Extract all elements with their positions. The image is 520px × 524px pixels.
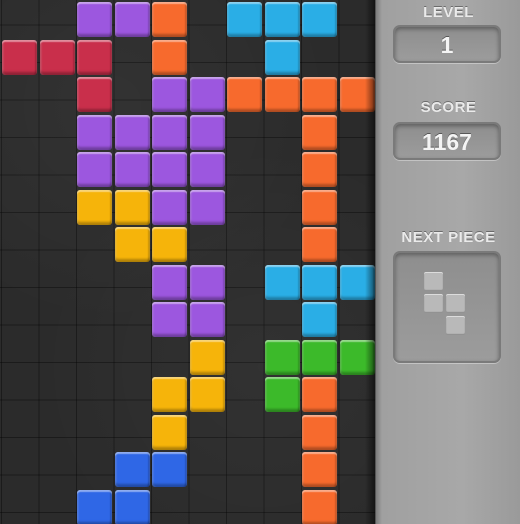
block-purple	[77, 114, 112, 150]
score-label: SCORE	[420, 99, 477, 116]
next-piece-label: NEXT PIECE	[401, 229, 496, 246]
block-cyan	[302, 264, 337, 300]
block-orange	[302, 489, 337, 524]
block-orange	[302, 377, 337, 412]
score-display: 1167	[393, 122, 501, 160]
block-purple	[114, 114, 150, 150]
block-red	[2, 39, 37, 75]
block-yellow	[189, 339, 225, 375]
block-green	[264, 377, 300, 412]
block-purple	[189, 302, 225, 337]
block-cyan	[264, 39, 300, 75]
block-purple	[152, 114, 187, 150]
block-purple	[189, 152, 225, 187]
block-orange	[302, 77, 337, 112]
block-orange	[152, 2, 187, 37]
block-purple	[152, 264, 187, 300]
block-purple	[152, 189, 187, 225]
next-piece-block	[424, 272, 443, 291]
block-yellow	[114, 227, 150, 262]
block-red	[77, 77, 112, 112]
block-orange	[302, 452, 337, 487]
block-red	[39, 39, 75, 75]
block-orange	[302, 414, 337, 450]
block-purple	[77, 152, 112, 187]
block-yellow	[77, 189, 112, 225]
next-piece-block	[446, 316, 465, 335]
block-purple	[189, 114, 225, 150]
block-purple	[152, 152, 187, 187]
block-blue	[77, 489, 112, 524]
next-piece-block	[424, 294, 443, 313]
block-cyan	[264, 264, 300, 300]
block-green	[339, 339, 375, 375]
block-orange	[264, 77, 300, 112]
block-purple	[114, 2, 150, 37]
block-orange	[302, 152, 337, 187]
block-purple	[77, 2, 112, 37]
block-purple	[189, 189, 225, 225]
block-orange	[339, 77, 375, 112]
level-value: 1	[440, 32, 454, 58]
block-green	[264, 339, 300, 375]
block-yellow	[114, 189, 150, 225]
block-cyan	[302, 2, 337, 37]
block-orange	[302, 114, 337, 150]
block-purple	[152, 302, 187, 337]
block-red	[77, 39, 112, 75]
block-orange	[302, 189, 337, 225]
score-value: 1167	[422, 129, 472, 155]
next-piece-preview	[393, 251, 501, 363]
sidebar: LEVEL 1 SCORE 1167 NEXT PIECE	[375, 0, 520, 524]
level-label: LEVEL	[423, 4, 474, 21]
block-purple	[189, 77, 225, 112]
block-purple	[152, 77, 187, 112]
block-green	[302, 339, 337, 375]
block-yellow	[152, 227, 187, 262]
block-cyan	[339, 264, 375, 300]
block-yellow	[189, 377, 225, 412]
block-orange	[227, 77, 262, 112]
block-blue	[114, 489, 150, 524]
block-blue	[152, 452, 187, 487]
next-piece-block	[446, 294, 465, 313]
block-orange	[152, 39, 187, 75]
block-cyan	[227, 2, 262, 37]
block-blue	[114, 452, 150, 487]
block-cyan	[264, 2, 300, 37]
game-board[interactable]	[0, 0, 375, 524]
block-orange	[302, 227, 337, 262]
level-display: 1	[393, 25, 501, 63]
block-purple	[189, 264, 225, 300]
block-yellow	[152, 377, 187, 412]
block-purple	[114, 152, 150, 187]
block-yellow	[152, 414, 187, 450]
tetris-game: LEVEL 1 SCORE 1167 NEXT PIECE	[0, 0, 520, 524]
block-cyan	[302, 302, 337, 337]
